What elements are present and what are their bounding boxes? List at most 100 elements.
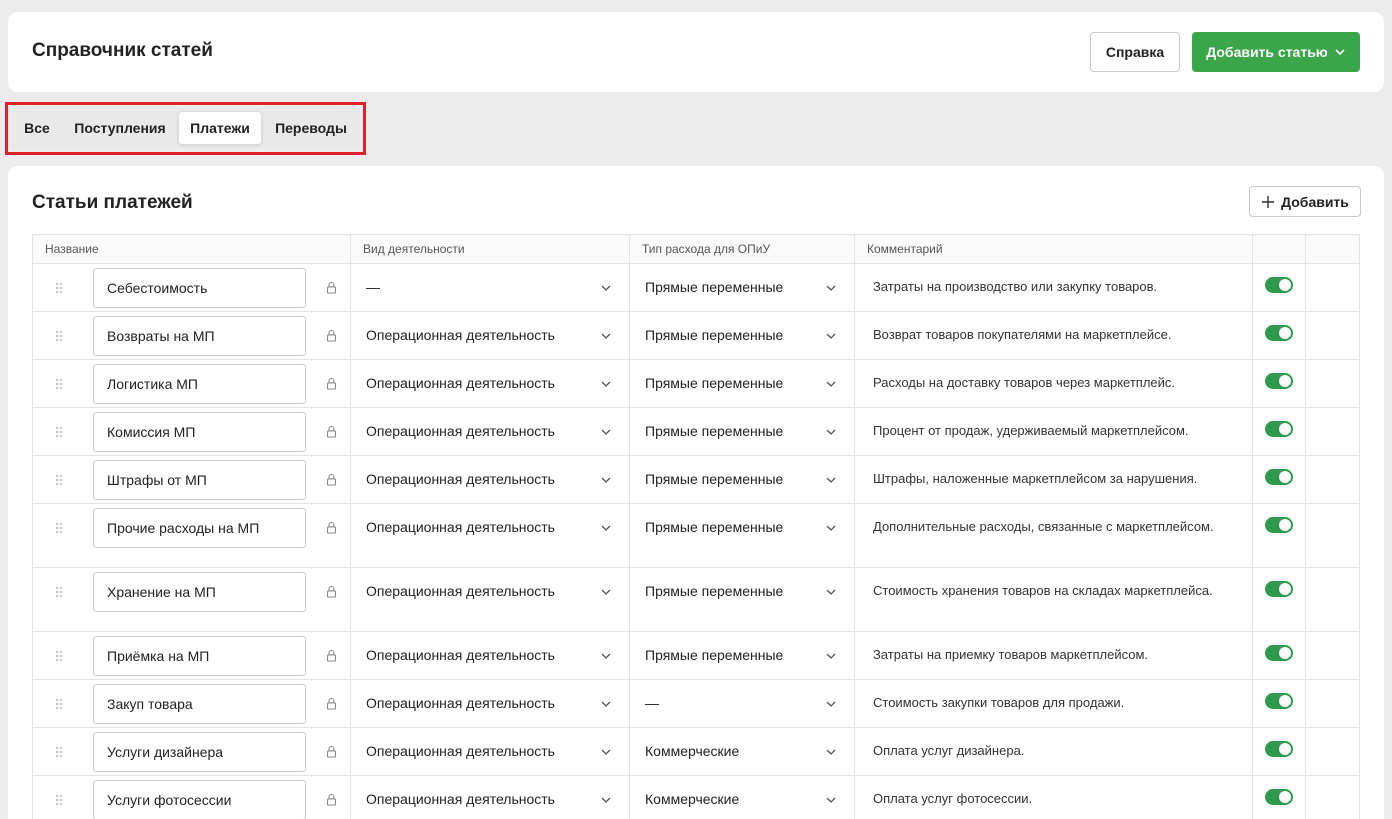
enabled-toggle[interactable] — [1265, 469, 1293, 485]
tab-transfers[interactable]: Переводы — [262, 111, 360, 145]
extra-cell — [1306, 456, 1359, 503]
chevron-down-icon — [826, 285, 836, 291]
name-field[interactable]: Прочие расходы на МП — [93, 508, 306, 548]
chevron-down-icon — [601, 333, 611, 339]
chevron-down-icon — [826, 429, 836, 435]
activity-select[interactable]: Операционная деятельность — [351, 776, 630, 819]
activity-value: Операционная деятельность — [366, 647, 555, 663]
drag-handle-icon[interactable] — [55, 650, 63, 662]
drag-handle-icon[interactable] — [55, 698, 63, 710]
activity-select[interactable]: Операционная деятельность — [351, 408, 630, 455]
expense-type-value: Коммерческие — [645, 743, 740, 759]
chevron-down-icon — [826, 589, 836, 595]
toggle-cell — [1253, 568, 1306, 631]
comment-cell[interactable]: Оплата услуг фотосессии. — [855, 776, 1253, 819]
chevron-down-icon — [826, 525, 836, 531]
expense-type-value: Прямые переменные — [645, 583, 784, 599]
lock-icon — [326, 585, 337, 598]
comment-cell[interactable]: Возврат товаров покупателями на маркетпл… — [855, 312, 1253, 359]
expense-type-select[interactable]: Прямые переменные — [630, 568, 855, 631]
drag-handle-icon[interactable] — [55, 330, 63, 342]
table-row: Закуп товара Операционная деятельность — Ст… — [33, 680, 1359, 728]
activity-select[interactable]: — — [351, 264, 630, 311]
enabled-toggle[interactable] — [1265, 645, 1293, 661]
lock-icon — [326, 281, 337, 294]
drag-handle-icon[interactable] — [55, 746, 63, 758]
comment-cell[interactable]: Дополнительные расходы, связанные с марк… — [855, 504, 1253, 567]
name-field[interactable]: Логистика МП — [93, 364, 306, 404]
drag-handle-icon[interactable] — [55, 794, 63, 806]
toggle-cell — [1253, 264, 1306, 311]
enabled-toggle[interactable] — [1265, 741, 1293, 757]
enabled-toggle[interactable] — [1265, 277, 1293, 293]
name-field[interactable]: Возвраты на МП — [93, 316, 306, 356]
comment-cell[interactable]: Штрафы, наложенные маркетплейсом за нару… — [855, 456, 1253, 503]
tab-incomes[interactable]: Поступления — [62, 111, 178, 145]
table-row: Логистика МП Операционная деятельность Пря… — [33, 360, 1359, 408]
drag-handle-icon[interactable] — [55, 282, 63, 294]
activity-select[interactable]: Операционная деятельность — [351, 680, 630, 727]
drag-handle-icon[interactable] — [55, 522, 63, 534]
expense-type-select[interactable]: Прямые переменные — [630, 360, 855, 407]
expense-type-select[interactable]: — — [630, 680, 855, 727]
comment-cell[interactable]: Стоимость хранения товаров на складах ма… — [855, 568, 1253, 631]
name-field[interactable]: Закуп товара — [93, 684, 306, 724]
name-field[interactable]: Услуги дизайнера — [93, 732, 306, 772]
comment-cell[interactable]: Оплата услуг дизайнера. — [855, 728, 1253, 775]
name-field[interactable]: Комиссия МП — [93, 412, 306, 452]
expense-type-select[interactable]: Прямые переменные — [630, 312, 855, 359]
activity-select[interactable]: Операционная деятельность — [351, 504, 630, 567]
tab-payments[interactable]: Платежи — [178, 111, 262, 145]
expense-type-select[interactable]: Прямые переменные — [630, 504, 855, 567]
name-field[interactable]: Приёмка на МП — [93, 636, 306, 676]
comment-cell[interactable]: Стоимость закупки товаров для продажи. — [855, 680, 1253, 727]
activity-value: Операционная деятельность — [366, 519, 555, 535]
extra-cell — [1306, 776, 1359, 819]
name-field[interactable]: Штрафы от МП — [93, 460, 306, 500]
activity-select[interactable]: Операционная деятельность — [351, 456, 630, 503]
name-cell: Себестоимость — [33, 264, 351, 311]
enabled-toggle[interactable] — [1265, 693, 1293, 709]
page-title: Справочник статей — [32, 40, 213, 61]
expense-type-select[interactable]: Прямые переменные — [630, 632, 855, 679]
enabled-toggle[interactable] — [1265, 421, 1293, 437]
chevron-down-icon — [826, 653, 836, 659]
help-button[interactable]: Справка — [1090, 32, 1180, 72]
name-field[interactable]: Хранение на МП — [93, 572, 306, 612]
tab-all[interactable]: Все — [12, 111, 62, 145]
expense-type-select[interactable]: Прямые переменные — [630, 456, 855, 503]
expense-type-select[interactable]: Прямые переменные — [630, 264, 855, 311]
drag-handle-icon[interactable] — [55, 474, 63, 486]
expense-type-select[interactable]: Коммерческие — [630, 728, 855, 775]
comment-cell[interactable]: Расходы на доставку товаров через маркет… — [855, 360, 1253, 407]
enabled-toggle[interactable] — [1265, 325, 1293, 341]
activity-select[interactable]: Операционная деятельность — [351, 360, 630, 407]
drag-handle-icon[interactable] — [55, 426, 63, 438]
enabled-toggle[interactable] — [1265, 581, 1293, 597]
activity-select[interactable]: Операционная деятельность — [351, 728, 630, 775]
enabled-toggle[interactable] — [1265, 373, 1293, 389]
name-field[interactable]: Услуги фотосессии — [93, 780, 306, 819]
drag-handle-icon[interactable] — [55, 586, 63, 598]
enabled-toggle[interactable] — [1265, 517, 1293, 533]
expense-type-select[interactable]: Прямые переменные — [630, 408, 855, 455]
name-cell: Приёмка на МП — [33, 632, 351, 679]
column-header-activity: Вид деятельности — [351, 235, 630, 263]
activity-value: Операционная деятельность — [366, 583, 555, 599]
chevron-down-icon — [601, 589, 611, 595]
activity-select[interactable]: Операционная деятельность — [351, 632, 630, 679]
enabled-toggle[interactable] — [1265, 789, 1293, 805]
add-article-button[interactable]: Добавить статью — [1192, 32, 1360, 72]
activity-select[interactable]: Операционная деятельность — [351, 312, 630, 359]
drag-handle-icon[interactable] — [55, 378, 63, 390]
name-field[interactable]: Себестоимость — [93, 268, 306, 308]
comment-cell[interactable]: Процент от продаж, удерживаемый маркетпл… — [855, 408, 1253, 455]
activity-select[interactable]: Операционная деятельность — [351, 568, 630, 631]
toggle-cell — [1253, 504, 1306, 567]
comment-cell[interactable]: Затраты на производство или закупку това… — [855, 264, 1253, 311]
name-cell: Логистика МП — [33, 360, 351, 407]
comment-cell[interactable]: Затраты на приемку товаров маркетплейсом… — [855, 632, 1253, 679]
expense-type-select[interactable]: Коммерческие — [630, 776, 855, 819]
extra-cell — [1306, 728, 1359, 775]
add-button[interactable]: Добавить — [1249, 186, 1361, 217]
